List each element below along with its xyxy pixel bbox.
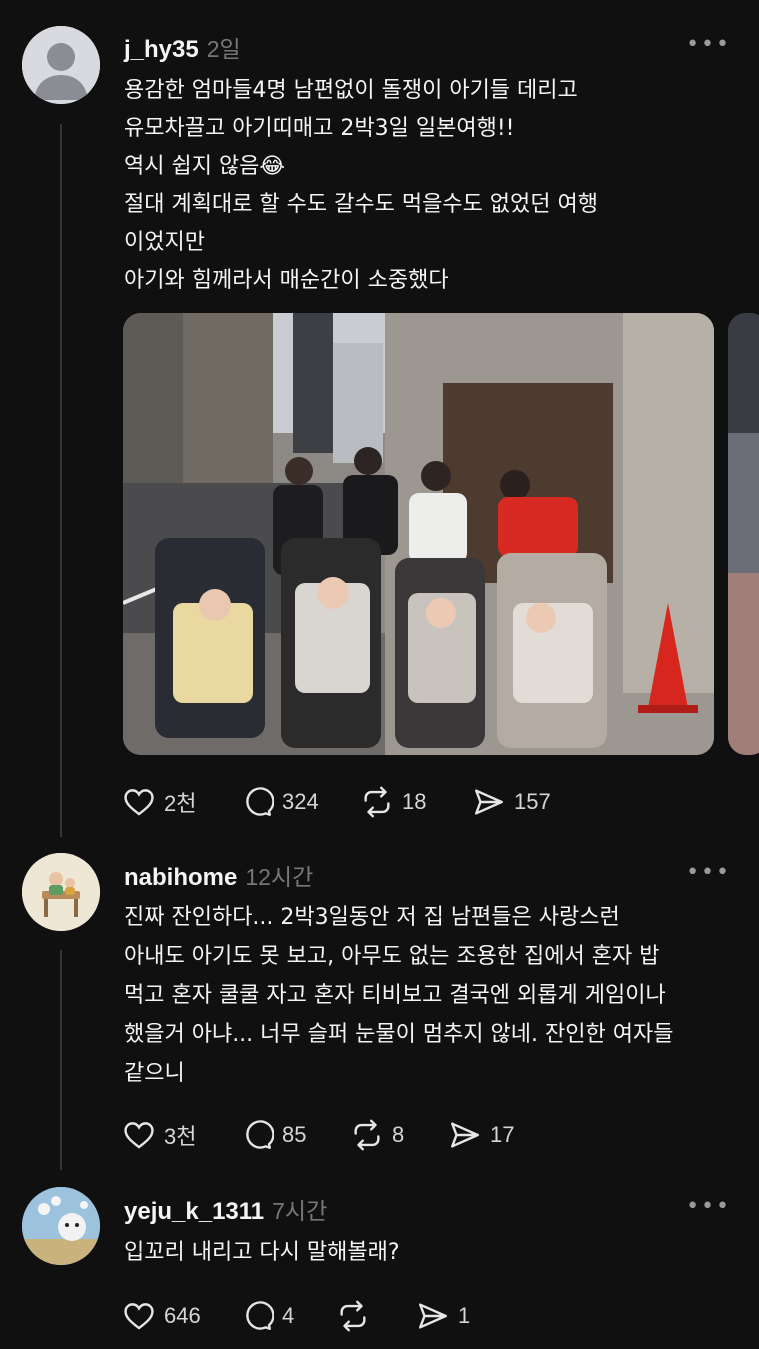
text-line: 이었지만: [124, 230, 205, 255]
text-line: 용감한 엄마들4명 남편없이 돌쟁이 아기들 데리고: [124, 78, 578, 103]
more-dots-icon[interactable]: •••: [686, 1194, 731, 1219]
timestamp: 12시간: [245, 864, 314, 890]
text-line: 했을거 아냐... 너무 슬퍼 눈물이 멈추지 않네. 잔인한 여자들: [124, 1022, 674, 1047]
text-line: 역시 쉽지 않음😂: [124, 154, 286, 179]
like-count: 646: [164, 1303, 201, 1328]
post-header: nabihome 12시간: [124, 858, 313, 892]
share-count: 17: [490, 1122, 515, 1147]
reply-button[interactable]: 85: [240, 1118, 350, 1152]
reply-count: 85: [282, 1122, 307, 1147]
avatar[interactable]: [22, 1187, 100, 1265]
reply-count: 324: [282, 789, 319, 814]
repost-button[interactable]: [336, 1299, 416, 1333]
post-actions: 646 4 1: [122, 1299, 470, 1333]
heart-icon: [124, 789, 154, 816]
repost-icon: [340, 1300, 366, 1332]
thread-line: [60, 124, 62, 837]
text-line: 같으니: [124, 1061, 185, 1086]
send-icon: [419, 1303, 447, 1329]
text-line: 유모차끌고 아기띠매고 2박3일 일본여행!!: [124, 116, 515, 141]
share-button[interactable]: 17: [448, 1118, 514, 1152]
comment-icon: [246, 787, 274, 816]
text-line: 입꼬리 내리고 다시 말해볼래?: [124, 1240, 400, 1265]
reply-button[interactable]: 4: [240, 1299, 336, 1333]
share-button[interactable]: 157: [472, 785, 551, 819]
post-actions: 2천 324 18 157: [122, 785, 551, 819]
post-header: j_hy35 2일: [124, 30, 241, 64]
text-line: 아기와 힘께라서 매순간이 소중했다: [124, 268, 449, 293]
username[interactable]: nabihome: [124, 864, 237, 892]
repost-count: 18: [402, 789, 427, 814]
like-button[interactable]: 3천: [122, 1118, 240, 1152]
family-street-photo: [123, 313, 714, 755]
send-icon: [451, 1122, 479, 1148]
share-button[interactable]: 1: [416, 1299, 470, 1333]
send-icon: [475, 789, 503, 815]
like-button[interactable]: 2천: [122, 785, 240, 819]
repost-icon: [354, 1119, 380, 1151]
text-line: 아내도 아기도 못 보고, 아무도 없는 조용한 집에서 혼자 밥: [124, 944, 660, 969]
share-count: 1: [458, 1303, 471, 1328]
post-text: 용감한 엄마들4명 남편없이 돌쟁이 아기들 데리고 유모차끌고 아기띠매고 2…: [124, 72, 598, 300]
text-line: 절대 계획대로 할 수도 갈수도 먹을수도 없었던 여행: [124, 192, 598, 217]
post-text: 입꼬리 내리고 다시 말해볼래?: [124, 1234, 400, 1272]
avatar[interactable]: [22, 26, 100, 104]
heart-icon: [124, 1303, 154, 1330]
repost-button[interactable]: 18: [360, 785, 472, 819]
default-avatar-icon: [22, 26, 100, 104]
text-line: 진짜 잔인하다... 2박3일동안 저 집 남편들은 사랑스런: [124, 905, 620, 930]
more-dots-icon[interactable]: •••: [686, 32, 731, 57]
thread-line: [60, 950, 62, 1170]
repost-count: 8: [392, 1122, 405, 1147]
post-header: yeju_k_1311 7시간: [124, 1192, 327, 1226]
text-line: 먹고 혼자 쿨쿨 자고 혼자 티비보고 결국엔 외롭게 게임이나: [124, 983, 666, 1008]
like-button[interactable]: 646: [122, 1299, 240, 1333]
post-photo[interactable]: [123, 313, 714, 755]
more-dots-icon[interactable]: •••: [686, 860, 731, 885]
comment-icon: [246, 1301, 274, 1330]
like-count: 2천: [164, 791, 197, 816]
illustrated-avatar-icon: [22, 853, 100, 931]
second-photo-preview[interactable]: [728, 313, 759, 755]
like-count: 3천: [164, 1124, 197, 1149]
reply-count: 4: [282, 1303, 295, 1328]
share-count: 157: [514, 789, 551, 814]
comment-icon: [246, 1120, 274, 1149]
repost-icon: [364, 786, 390, 818]
username[interactable]: j_hy35: [124, 36, 199, 64]
post-actions: 3천 85 8 17: [122, 1118, 514, 1152]
repost-button[interactable]: 8: [350, 1118, 448, 1152]
timestamp: 7시간: [272, 1198, 328, 1224]
avatar[interactable]: [22, 853, 100, 931]
post-text: 진짜 잔인하다... 2박3일동안 저 집 남편들은 사랑스런 아내도 아기도 …: [124, 898, 673, 1093]
reply-button[interactable]: 324: [240, 785, 360, 819]
photo-preview: [728, 313, 759, 755]
username[interactable]: yeju_k_1311: [124, 1198, 264, 1226]
illustrated-avatar-icon: [22, 1187, 100, 1265]
timestamp: 2일: [206, 36, 241, 62]
heart-icon: [124, 1122, 154, 1149]
